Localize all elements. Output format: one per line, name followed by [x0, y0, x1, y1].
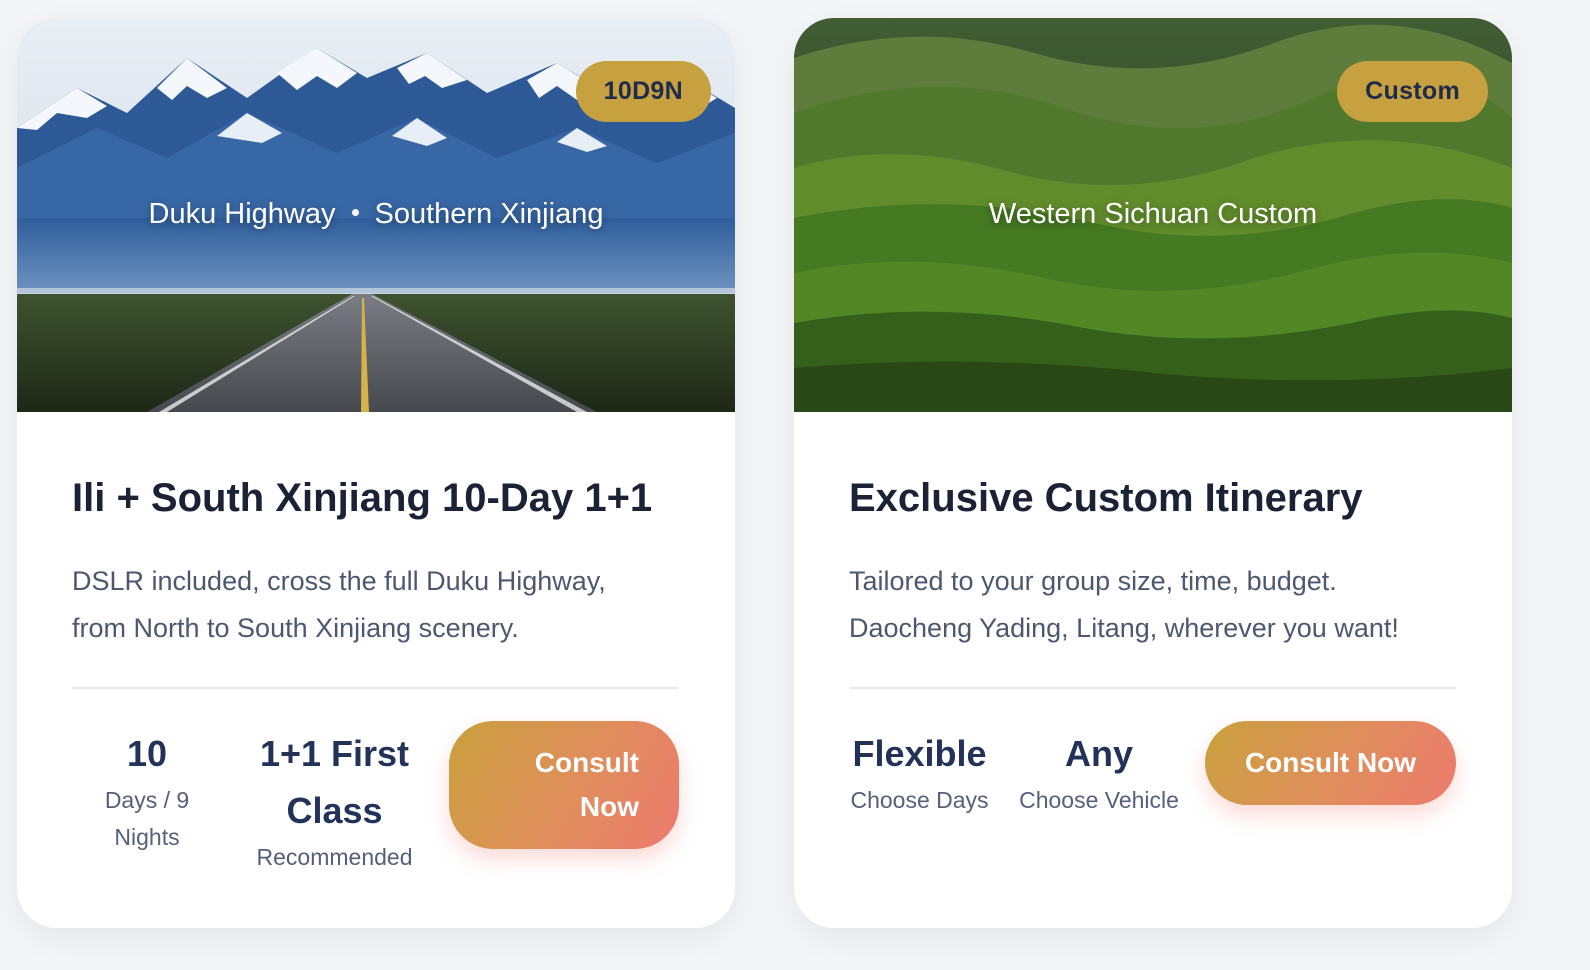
description-line-1: Tailored to your group size, time, budge…	[849, 566, 1337, 596]
stat-label-line-1: Days / 9	[104, 787, 190, 813]
stat-label: Recommended	[256, 844, 413, 870]
stat-vehicle-class: 1+1 First Class Recommended	[242, 725, 427, 876]
card-title: Ili + South Xinjiang 10-Day 1+1	[72, 476, 653, 520]
description-line-2: Daocheng Yading, Litang, wherever you wa…	[849, 613, 1399, 643]
cta-line-1: Consult	[534, 747, 639, 778]
description-line-1: DSLR included, cross the full Duku Highw…	[72, 566, 606, 596]
tour-card-xinjiang[interactable]: 10D9N Duku Highway Southern Xinjiang Ili …	[17, 18, 735, 928]
hero-image-green-hills: Custom Western Sichuan Custom	[794, 18, 1512, 412]
stat-value-line-1: 1+1 First	[259, 733, 410, 774]
stat-vehicle: Any Choose Vehicle	[1009, 725, 1189, 819]
stat-value-line-2: Class	[286, 790, 383, 831]
divider	[849, 687, 1456, 689]
stat-days: Flexible Choose Days	[842, 725, 997, 819]
stat-value: Flexible	[852, 733, 987, 774]
stat-value: 10	[126, 733, 168, 774]
hero-location-left: Duku Highway	[148, 198, 336, 230]
hero-location-label: Duku Highway Southern Xinjiang	[17, 198, 735, 231]
stat-label-line-2: Nights	[114, 824, 180, 850]
stat-label: Choose Vehicle	[1019, 787, 1179, 813]
separator-dot-icon	[351, 208, 359, 216]
tour-card-sichuan[interactable]: Custom Western Sichuan Custom Exclusive …	[794, 18, 1512, 928]
stat-duration: 10 Days / 9 Nights	[87, 725, 207, 856]
cta-line-2: Now	[579, 791, 639, 822]
hero-location-label: Western Sichuan Custom	[988, 198, 1318, 230]
consult-now-button[interactable]: Consult Now	[449, 721, 679, 849]
card-description: DSLR included, cross the full Duku Highw…	[72, 558, 692, 652]
consult-now-button[interactable]: Consult Now	[1205, 721, 1456, 805]
page: 10D9N Duku Highway Southern Xinjiang Ili …	[0, 0, 1590, 970]
stat-value: Any	[1064, 733, 1133, 774]
hero-location-right: Southern Xinjiang	[374, 198, 604, 230]
stat-label: Choose Days	[850, 787, 989, 813]
hero-image-mountain-road: 10D9N Duku Highway Southern Xinjiang	[17, 18, 735, 412]
card-title: Exclusive Custom Itinerary	[849, 476, 1363, 520]
card-description: Tailored to your group size, time, budge…	[849, 558, 1469, 652]
divider	[72, 687, 679, 689]
description-line-2: from North to South Xinjiang scenery.	[72, 613, 519, 643]
duration-badge: 10D9N	[575, 61, 711, 122]
type-badge: Custom	[1337, 61, 1488, 122]
